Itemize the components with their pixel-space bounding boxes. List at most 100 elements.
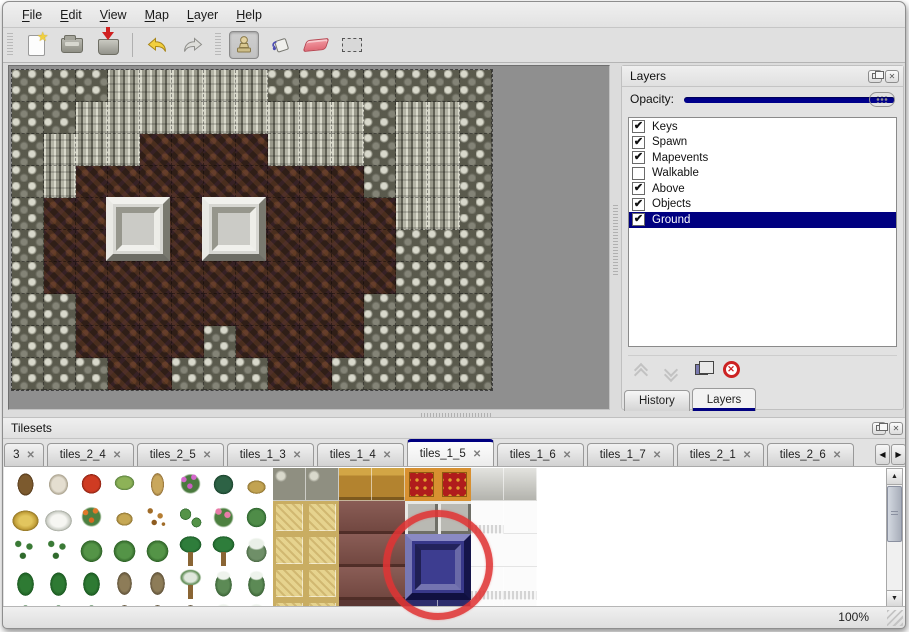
panel-tab-history[interactable]: History bbox=[624, 390, 690, 411]
tileset-cell-block-gray[interactable] bbox=[405, 501, 438, 534]
map-tile[interactable] bbox=[12, 294, 44, 326]
tileset-cell-pine[interactable] bbox=[42, 567, 75, 600]
map-tile[interactable] bbox=[76, 134, 108, 166]
tileset-cell-cobble[interactable] bbox=[306, 468, 339, 501]
map-tile[interactable] bbox=[236, 230, 268, 262]
map-tile[interactable] bbox=[332, 230, 364, 262]
layer-row-walkable[interactable]: Walkable bbox=[629, 166, 896, 182]
map-tile[interactable] bbox=[300, 230, 332, 262]
toolbar-grip[interactable] bbox=[7, 33, 13, 57]
map-tile[interactable] bbox=[108, 102, 140, 134]
map-tile[interactable] bbox=[44, 358, 76, 390]
tileset-cell-blank[interactable] bbox=[537, 567, 570, 600]
map-tile[interactable] bbox=[12, 102, 44, 134]
tileset-cell-palm-snow[interactable] bbox=[174, 567, 207, 600]
map-tile[interactable] bbox=[460, 294, 492, 326]
tileset-tab-tiles_1_3[interactable]: tiles_1_3✕ bbox=[227, 443, 314, 466]
scroll-up-button[interactable]: ▲ bbox=[887, 469, 902, 485]
tab-close-icon[interactable]: ✕ bbox=[383, 450, 391, 461]
layer-row-spawn[interactable]: ✔Spawn bbox=[629, 135, 896, 151]
map-tile[interactable] bbox=[268, 102, 300, 134]
tileset-cell-silver[interactable] bbox=[504, 468, 537, 501]
tileset-cell-tree-dead[interactable] bbox=[141, 567, 174, 600]
map-tile[interactable] bbox=[396, 294, 428, 326]
undo-button[interactable] bbox=[142, 31, 172, 59]
map-tile[interactable] bbox=[428, 198, 460, 230]
map-tile[interactable] bbox=[364, 358, 396, 390]
map-tile[interactable] bbox=[300, 70, 332, 102]
tileset-cell-trunk[interactable] bbox=[9, 468, 42, 501]
map-tile[interactable] bbox=[44, 134, 76, 166]
tileset-cell-trunk-tan[interactable] bbox=[141, 468, 174, 501]
tab-close-icon[interactable]: ✕ bbox=[203, 450, 211, 461]
map-tile[interactable] bbox=[140, 102, 172, 134]
tileset-cell-white[interactable] bbox=[504, 501, 537, 534]
tileset-cell-blank[interactable] bbox=[570, 534, 603, 567]
map-tile[interactable] bbox=[140, 198, 172, 230]
map-tile[interactable] bbox=[140, 134, 172, 166]
map-tile[interactable] bbox=[428, 134, 460, 166]
tab-close-icon[interactable]: ✕ bbox=[27, 450, 35, 461]
tileset-tab-tiles_2_5[interactable]: tiles_2_5✕ bbox=[137, 443, 224, 466]
tileset-cell-straw[interactable] bbox=[273, 534, 306, 567]
map-tile[interactable] bbox=[108, 358, 140, 390]
tileset-cell-mound-snow[interactable] bbox=[42, 501, 75, 534]
map-tile[interactable] bbox=[12, 230, 44, 262]
tileset-cell-blue[interactable] bbox=[405, 534, 438, 567]
map-tile[interactable] bbox=[108, 230, 140, 262]
map-tile[interactable] bbox=[428, 230, 460, 262]
map-tile[interactable] bbox=[44, 198, 76, 230]
map-tile[interactable] bbox=[364, 134, 396, 166]
map-tile[interactable] bbox=[332, 166, 364, 198]
map-tile[interactable] bbox=[268, 294, 300, 326]
tileset-scrollbar[interactable]: ▲ ▼ bbox=[886, 468, 903, 607]
tab-close-icon[interactable]: ✕ bbox=[293, 450, 301, 461]
map-tile[interactable] bbox=[12, 166, 44, 198]
map-tile[interactable] bbox=[364, 294, 396, 326]
tileset-cell-bush[interactable] bbox=[141, 534, 174, 567]
tileset-cell-white[interactable] bbox=[471, 534, 504, 567]
tileset-tab-tiles_1_6[interactable]: tiles_1_6✕ bbox=[497, 443, 584, 466]
map-tile[interactable] bbox=[428, 294, 460, 326]
layer-visibility-checkbox[interactable]: ✔ bbox=[632, 136, 645, 149]
tileset-tab-3[interactable]: 3✕ bbox=[4, 443, 44, 466]
map-tile[interactable] bbox=[76, 102, 108, 134]
tileset-cell-straw[interactable] bbox=[306, 567, 339, 600]
map-tile[interactable] bbox=[108, 326, 140, 358]
tileset-cell-maroon[interactable] bbox=[339, 501, 372, 534]
tileset-cell-grass-dry[interactable] bbox=[240, 468, 273, 501]
map-tile[interactable] bbox=[236, 294, 268, 326]
tileset-tab-tiles_1_4[interactable]: tiles_1_4✕ bbox=[317, 443, 404, 466]
tileset-cell-bush[interactable] bbox=[108, 534, 141, 567]
duplicate-layer-button[interactable] bbox=[688, 358, 714, 382]
scroll-down-button[interactable]: ▼ bbox=[887, 590, 902, 606]
map-tile[interactable] bbox=[76, 294, 108, 326]
map-tile[interactable] bbox=[396, 70, 428, 102]
map-tile[interactable] bbox=[396, 166, 428, 198]
menu-item-view[interactable]: View bbox=[91, 4, 136, 26]
map-tile[interactable] bbox=[76, 262, 108, 294]
tileset-cell-flower-purple[interactable] bbox=[174, 468, 207, 501]
map-tile[interactable] bbox=[172, 134, 204, 166]
map-tile[interactable] bbox=[428, 102, 460, 134]
map-canvas[interactable] bbox=[11, 69, 493, 391]
map-tile[interactable] bbox=[332, 70, 364, 102]
tileset-cell-sprig[interactable] bbox=[9, 534, 42, 567]
layer-visibility-checkbox[interactable]: ✔ bbox=[632, 213, 645, 226]
panel-tab-layers[interactable]: Layers bbox=[692, 388, 757, 411]
map-tile[interactable] bbox=[204, 134, 236, 166]
map-tile[interactable] bbox=[172, 294, 204, 326]
map-tile[interactable] bbox=[76, 326, 108, 358]
map-tile[interactable] bbox=[44, 70, 76, 102]
map-tile[interactable] bbox=[172, 230, 204, 262]
map-tile[interactable] bbox=[108, 134, 140, 166]
map-tile[interactable] bbox=[300, 326, 332, 358]
map-tile[interactable] bbox=[364, 230, 396, 262]
map-tile[interactable] bbox=[300, 166, 332, 198]
map-tile[interactable] bbox=[236, 102, 268, 134]
select-tool-button[interactable] bbox=[337, 31, 367, 59]
tileset-cell-blue[interactable] bbox=[438, 567, 471, 600]
map-tile[interactable] bbox=[108, 294, 140, 326]
layer-visibility-checkbox[interactable]: ✔ bbox=[632, 120, 645, 133]
map-tile[interactable] bbox=[12, 198, 44, 230]
